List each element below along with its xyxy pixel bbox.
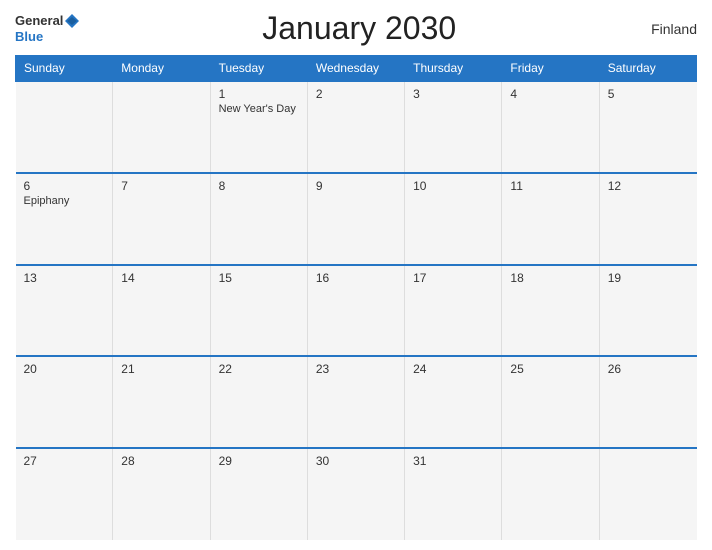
logo-blue-text: Blue <box>15 30 43 44</box>
calendar-cell: 17 <box>405 265 502 357</box>
day-number: 23 <box>316 362 396 376</box>
calendar-cell: 29 <box>210 448 307 540</box>
day-number: 10 <box>413 179 493 193</box>
day-event: New Year's Day <box>219 103 299 115</box>
month-title: January 2030 <box>81 10 637 47</box>
day-number: 20 <box>24 362 105 376</box>
calendar-cell: 9 <box>307 173 404 265</box>
calendar-cell: 20 <box>16 356 113 448</box>
calendar-cell: 15 <box>210 265 307 357</box>
day-number: 3 <box>413 87 493 101</box>
calendar-container: General Blue January 2030 Finland Sunday… <box>0 0 712 550</box>
day-number: 16 <box>316 271 396 285</box>
calendar-cell: 11 <box>502 173 599 265</box>
calendar-cell: 1 New Year's Day <box>210 81 307 173</box>
day-number: 7 <box>121 179 201 193</box>
logo-general-text: General <box>15 14 63 28</box>
day-number: 13 <box>24 271 105 285</box>
day-number: 24 <box>413 362 493 376</box>
day-number: 8 <box>219 179 299 193</box>
logo-icon <box>63 12 81 30</box>
day-number: 11 <box>510 179 590 193</box>
header-monday: Monday <box>113 56 210 82</box>
calendar-week-row: 27 28 29 30 31 <box>16 448 697 540</box>
day-number: 17 <box>413 271 493 285</box>
calendar-cell: 23 <box>307 356 404 448</box>
day-number: 18 <box>510 271 590 285</box>
calendar-header: General Blue January 2030 Finland <box>15 10 697 47</box>
day-number: 12 <box>608 179 689 193</box>
day-number: 22 <box>219 362 299 376</box>
calendar-cell: 6 Epiphany <box>16 173 113 265</box>
calendar-week-row: 6 Epiphany 7 8 9 10 11 12 <box>16 173 697 265</box>
day-number: 30 <box>316 454 396 468</box>
calendar-cell: 2 <box>307 81 404 173</box>
country-label: Finland <box>637 21 697 37</box>
calendar-cell: 22 <box>210 356 307 448</box>
calendar-cell: 3 <box>405 81 502 173</box>
calendar-cell: 19 <box>599 265 696 357</box>
calendar-cell: 27 <box>16 448 113 540</box>
calendar-cell: 30 <box>307 448 404 540</box>
day-number: 31 <box>413 454 493 468</box>
calendar-week-row: 13 14 15 16 17 18 19 <box>16 265 697 357</box>
header-wednesday: Wednesday <box>307 56 404 82</box>
calendar-cell: 13 <box>16 265 113 357</box>
day-number: 19 <box>608 271 689 285</box>
calendar-cell: 16 <box>307 265 404 357</box>
day-number: 29 <box>219 454 299 468</box>
day-number: 21 <box>121 362 201 376</box>
calendar-cell: 4 <box>502 81 599 173</box>
day-number: 14 <box>121 271 201 285</box>
calendar-cell: 28 <box>113 448 210 540</box>
header-friday: Friday <box>502 56 599 82</box>
day-number: 25 <box>510 362 590 376</box>
calendar-cell: 31 <box>405 448 502 540</box>
calendar-cell: 25 <box>502 356 599 448</box>
day-number: 26 <box>608 362 689 376</box>
calendar-cell: 14 <box>113 265 210 357</box>
calendar-cell: 18 <box>502 265 599 357</box>
day-number: 1 <box>219 87 299 101</box>
calendar-cell: 5 <box>599 81 696 173</box>
calendar-cell: 7 <box>113 173 210 265</box>
calendar-cell: 26 <box>599 356 696 448</box>
day-event: Epiphany <box>24 195 105 207</box>
day-number: 27 <box>24 454 105 468</box>
calendar-week-row: 1 New Year's Day 2 3 4 5 <box>16 81 697 173</box>
calendar-cell <box>599 448 696 540</box>
calendar-cell: 24 <box>405 356 502 448</box>
day-number: 9 <box>316 179 396 193</box>
header-tuesday: Tuesday <box>210 56 307 82</box>
day-number: 6 <box>24 179 105 193</box>
logo: General Blue <box>15 12 81 44</box>
calendar-week-row: 20 21 22 23 24 25 26 <box>16 356 697 448</box>
calendar-cell <box>502 448 599 540</box>
calendar-cell: 12 <box>599 173 696 265</box>
calendar-cell <box>113 81 210 173</box>
header-sunday: Sunday <box>16 56 113 82</box>
day-number: 2 <box>316 87 396 101</box>
header-saturday: Saturday <box>599 56 696 82</box>
day-number: 4 <box>510 87 590 101</box>
calendar-cell: 10 <box>405 173 502 265</box>
day-number: 15 <box>219 271 299 285</box>
calendar-cell <box>16 81 113 173</box>
calendar-cell: 8 <box>210 173 307 265</box>
calendar-cell: 21 <box>113 356 210 448</box>
header-thursday: Thursday <box>405 56 502 82</box>
weekday-header-row: Sunday Monday Tuesday Wednesday Thursday… <box>16 56 697 82</box>
day-number: 28 <box>121 454 201 468</box>
day-number: 5 <box>608 87 689 101</box>
calendar-table: Sunday Monday Tuesday Wednesday Thursday… <box>15 55 697 540</box>
